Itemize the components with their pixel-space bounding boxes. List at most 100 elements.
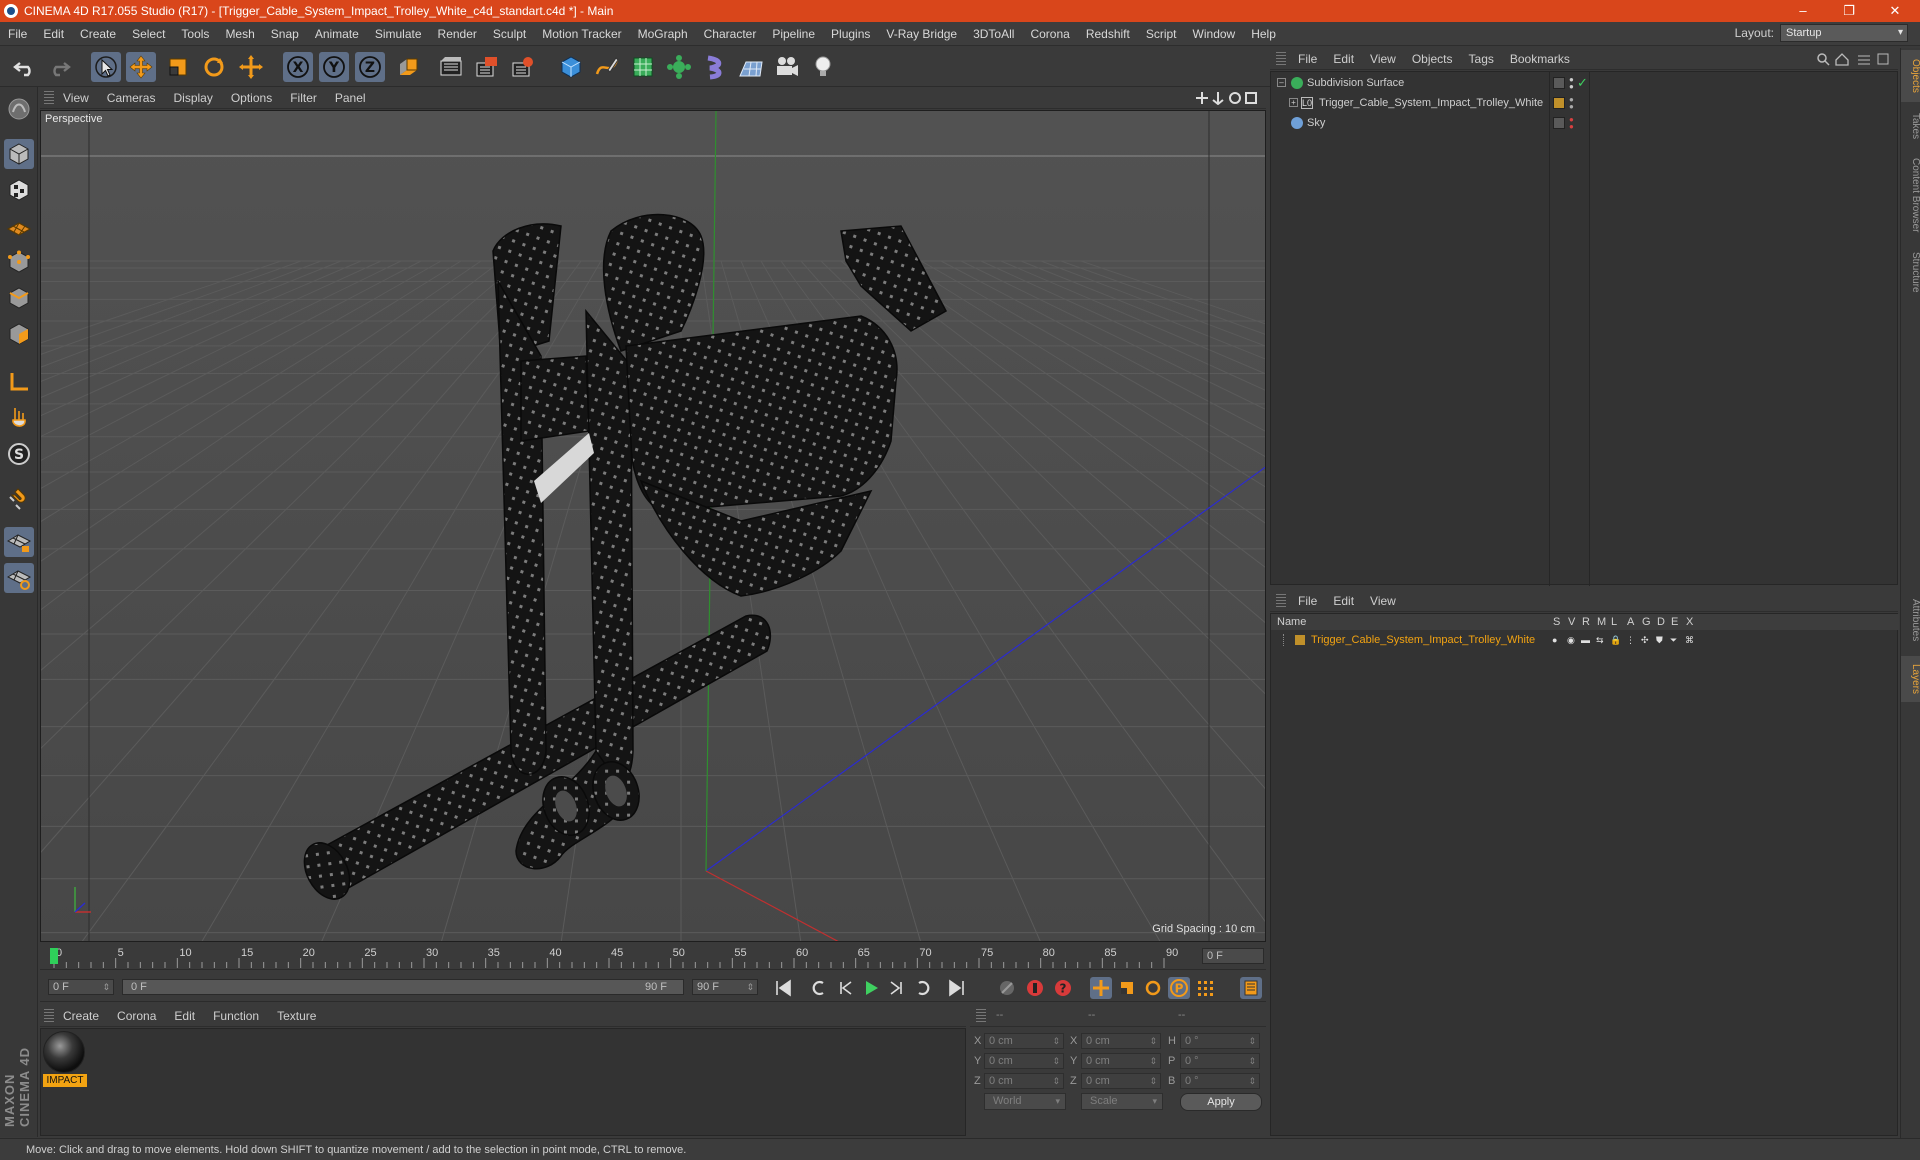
size-y-field[interactable]: 0 cm ⇕ (1081, 1053, 1161, 1069)
locked-workplane-icon[interactable] (4, 527, 34, 557)
render-flag-icon[interactable]: ▬ (1581, 631, 1590, 649)
menu-create[interactable]: Create (72, 27, 124, 41)
menu-plugins[interactable]: Plugins (823, 27, 878, 41)
polygons-mode-icon[interactable] (4, 319, 34, 349)
rotation-b-field[interactable]: 0 ° ⇕ (1180, 1073, 1260, 1089)
record-active-objects-icon[interactable] (1024, 977, 1046, 999)
tab-attributes[interactable]: Attributes (1901, 588, 1920, 652)
visibility-dots-icon[interactable]: ● ● (1569, 76, 1574, 91)
key-position-icon[interactable] (1090, 977, 1112, 999)
autokeying-icon[interactable]: ? (1052, 977, 1074, 999)
layer-tag-icon[interactable] (1553, 77, 1565, 89)
generator-flag-icon[interactable]: ✣ (1641, 631, 1649, 649)
tab-content-browser[interactable]: Content Browser (1901, 150, 1920, 240)
layer-column-x[interactable]: X (1686, 614, 1693, 630)
solo-flag-icon[interactable]: ● (1552, 631, 1557, 649)
menu-simulate[interactable]: Simulate (367, 27, 430, 41)
frame-range-slider[interactable]: 0 F 90 F (122, 979, 684, 995)
apply-button[interactable]: Apply (1180, 1093, 1262, 1111)
rotation-h-field[interactable]: 0 ° ⇕ (1180, 1033, 1260, 1049)
animation-flag-icon[interactable]: ⋮ (1626, 631, 1635, 649)
layer-column-s[interactable]: S (1553, 614, 1560, 630)
cube-icon[interactable] (556, 52, 586, 82)
menu-pipeline[interactable]: Pipeline (764, 27, 823, 41)
select-arrow-icon[interactable] (91, 52, 121, 82)
camera-icon[interactable] (772, 52, 802, 82)
menu-tools[interactable]: Tools (173, 27, 217, 41)
end-frame-field[interactable]: 90 F ⇕ (692, 979, 758, 995)
visibility-dots-icon[interactable]: ● ● (1569, 96, 1574, 111)
pen-spline-icon[interactable] (592, 52, 622, 82)
light-icon[interactable] (808, 52, 838, 82)
axis-mode-icon[interactable] (4, 367, 34, 397)
layer-manager-grip-icon[interactable] (1276, 593, 1286, 608)
tweak-mode-icon[interactable] (4, 403, 34, 433)
snap-magnet-icon[interactable] (4, 485, 34, 515)
timeline-window-icon[interactable] (1240, 977, 1262, 999)
view-flag-icon[interactable]: ◉ (1567, 631, 1575, 649)
render-view-icon[interactable] (436, 52, 466, 82)
timeline-playhead[interactable] (50, 948, 58, 964)
menu-file[interactable]: File (0, 27, 35, 41)
deformer-icon[interactable] (700, 52, 730, 82)
deformer-flag-icon[interactable]: ⛊ (1656, 631, 1663, 649)
tab-structure[interactable]: Structure (1901, 244, 1920, 300)
keyframe-selection-icon[interactable] (996, 977, 1018, 999)
layer-column-a[interactable]: A (1627, 614, 1634, 630)
coordinate-system-icon[interactable] (393, 52, 423, 82)
menu-character[interactable]: Character (696, 27, 765, 41)
object-menu-tags[interactable]: Tags (1461, 52, 1502, 66)
visibility-dots-icon[interactable]: ● ● (1569, 116, 1574, 131)
material-menu-texture[interactable]: Texture (268, 1009, 325, 1023)
layer-column-e[interactable]: E (1671, 614, 1678, 630)
go-to-start-icon[interactable] (772, 977, 794, 999)
viewport-menu-options[interactable]: Options (222, 91, 281, 105)
edit-render-settings-icon[interactable] (508, 52, 538, 82)
previous-frame-icon[interactable] (834, 977, 856, 999)
object-row-trigger-cable[interactable]: + L0 Trigger_Cable_System_Impact_Trolley… (1271, 93, 1899, 113)
expression-flag-icon[interactable]: ⏷ (1670, 631, 1677, 649)
object-menu-objects[interactable]: Objects (1404, 52, 1461, 66)
collapse-icon[interactable]: – (1277, 78, 1286, 87)
menu-select[interactable]: Select (124, 27, 173, 41)
menu-motion-tracker[interactable]: Motion Tracker (534, 27, 629, 41)
object-menu-bookmarks[interactable]: Bookmarks (1502, 52, 1578, 66)
subdivision-icon[interactable] (628, 52, 658, 82)
menu-help[interactable]: Help (1243, 27, 1284, 41)
lock-flag-icon[interactable]: 🔒 (1610, 631, 1621, 649)
layer-column-m[interactable]: M (1597, 614, 1606, 630)
points-mode-icon[interactable] (4, 247, 34, 277)
key-scale-icon[interactable] (1116, 977, 1138, 999)
size-x-field[interactable]: 0 cm ⇕ (1081, 1033, 1161, 1049)
transform-icon[interactable] (236, 52, 266, 82)
tab-objects[interactable]: Objects (1901, 50, 1920, 102)
layer-column-v[interactable]: V (1568, 614, 1575, 630)
viewport-menu-cameras[interactable]: Cameras (98, 91, 165, 105)
viewport-grip-icon[interactable] (44, 90, 54, 105)
layout-dropdown[interactable]: Startup (1780, 24, 1908, 42)
material-menu-edit[interactable]: Edit (165, 1009, 204, 1023)
floor-icon[interactable] (736, 52, 766, 82)
position-x-field[interactable]: 0 cm ⇕ (984, 1033, 1064, 1049)
viewport-menu-filter[interactable]: Filter (281, 91, 326, 105)
object-row-subdivision[interactable]: – Subdivision Surface ● ● ✓ (1271, 73, 1899, 93)
menu-corona[interactable]: Corona (1022, 27, 1077, 41)
edges-mode-icon[interactable] (4, 283, 34, 313)
viewport-menu-display[interactable]: Display (164, 91, 221, 105)
layer-menu-edit[interactable]: Edit (1325, 594, 1362, 608)
size-z-field[interactable]: 0 cm ⇕ (1081, 1073, 1161, 1089)
layer-column-d[interactable]: D (1657, 614, 1665, 630)
object-manager-nav-icons[interactable] (1816, 52, 1890, 66)
layer-row[interactable]: Trigger_Cable_System_Impact_Trolley_Whit… (1271, 631, 1899, 649)
array-icon[interactable] (664, 52, 694, 82)
current-frame-field[interactable]: 0 F (1202, 948, 1264, 964)
previous-keyframe-icon[interactable] (808, 977, 830, 999)
layer-color-swatch[interactable] (1295, 635, 1305, 645)
rotate-icon[interactable] (199, 52, 229, 82)
menu-v-ray-bridge[interactable]: V-Ray Bridge (878, 27, 965, 41)
render-picture-viewer-icon[interactable] (472, 52, 502, 82)
layer-tag-icon[interactable] (1553, 117, 1565, 129)
object-menu-file[interactable]: File (1290, 52, 1325, 66)
key-parameter-icon[interactable]: P (1168, 977, 1190, 999)
next-keyframe-icon[interactable] (912, 977, 934, 999)
